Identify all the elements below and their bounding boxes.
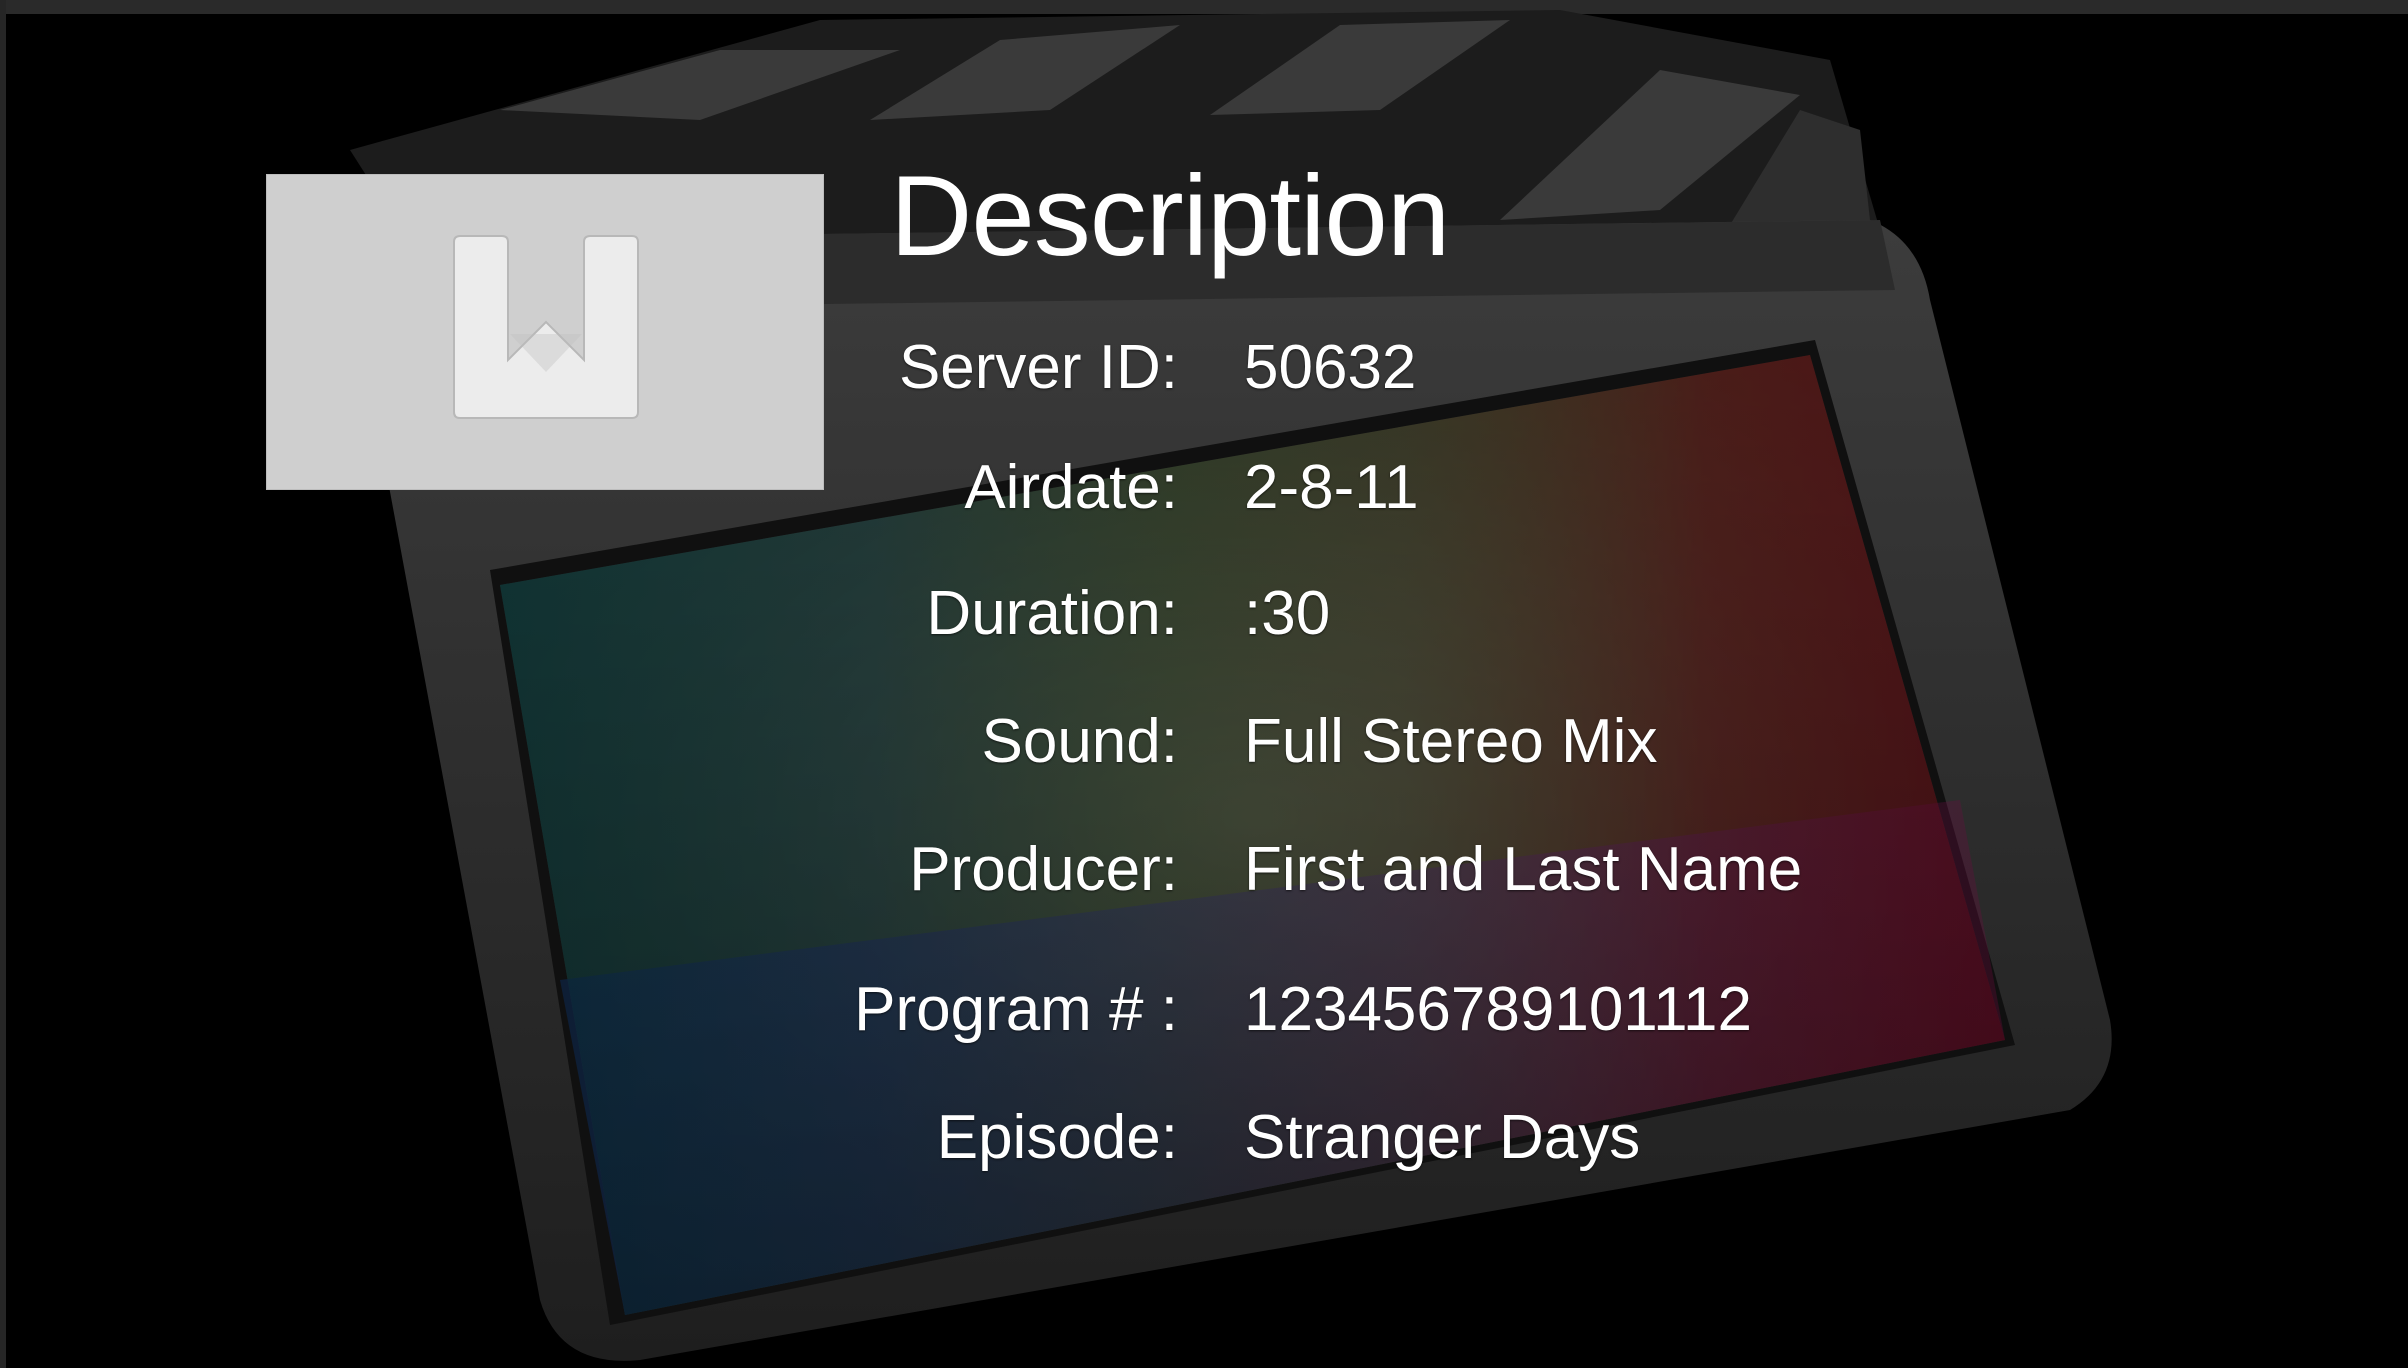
field-row-program-number: Program # : 123456789101112 [0, 970, 2408, 1050]
field-label: Sound: [981, 707, 1178, 776]
field-row-producer: Producer: First and Last Name [0, 830, 2408, 910]
field-label: Producer: [909, 835, 1178, 904]
field-row-sound: Sound: Full Stereo Mix [0, 702, 2408, 782]
field-label: Program # : [854, 975, 1178, 1044]
field-value: Stranger Days [1244, 1103, 1641, 1172]
field-row-server-id: Server ID: 50632 [0, 328, 2408, 408]
field-value: 123456789101112 [1244, 975, 1753, 1044]
field-label: Episode: [936, 1103, 1178, 1172]
field-label: Server ID: [898, 333, 1178, 402]
field-value: Full Stereo Mix [1244, 707, 1658, 776]
field-row-duration: Duration: :30 [0, 574, 2408, 654]
field-row-episode: Episode: Stranger Days [0, 1098, 2408, 1178]
field-row-airdate: Airdate: 2-8-11 [0, 448, 2408, 528]
field-value: 2-8-11 [1244, 453, 1419, 522]
field-label: Airdate: [964, 453, 1178, 522]
panel-title: Description [890, 153, 1450, 280]
field-value: First and Last Name [1244, 835, 1803, 904]
field-value: 50632 [1244, 333, 1417, 402]
field-value: :30 [1244, 579, 1331, 648]
description-panel: Description Server ID: 50632 Airdate: 2-… [0, 0, 2408, 1368]
field-label: Duration: [926, 579, 1178, 648]
